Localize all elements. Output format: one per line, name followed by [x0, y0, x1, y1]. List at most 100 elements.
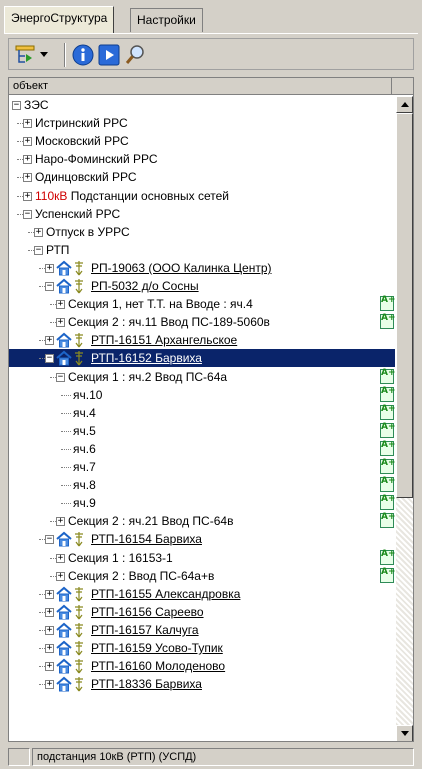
expand-toggle[interactable]: + — [23, 119, 32, 128]
tree-row-label[interactable]: РП-19063 (ООО Калинка Центр) — [91, 261, 272, 275]
meter-add-icon[interactable]: А+ — [380, 477, 395, 492]
collapse-toggle[interactable]: − — [45, 535, 54, 544]
tree-row[interactable]: + Секция 1 : 16153-1 А+ — [9, 549, 395, 567]
expand-toggle[interactable]: + — [56, 300, 65, 309]
tree-row[interactable]: − РП-5032 д/о Сосны — [9, 277, 395, 295]
tree-row[interactable]: яч.10 А+ — [9, 386, 395, 404]
expand-toggle[interactable]: + — [56, 554, 65, 563]
tree-row[interactable]: + Секция 2 : яч.11 Ввод ПС-189-5060в А+ — [9, 313, 395, 331]
expand-toggle[interactable]: + — [45, 608, 54, 617]
tree-row[interactable]: + РП-19063 (ООО Калинка Центр) — [9, 259, 395, 277]
tab-settings[interactable]: Настройки — [130, 8, 203, 32]
tree-row[interactable]: − РТП-16152 Барвиха — [9, 349, 395, 367]
meter-add-icon[interactable]: А+ — [380, 441, 395, 456]
meter-add-icon[interactable]: А+ — [380, 495, 395, 510]
tree-row[interactable]: + РТП-16151 Архангельское — [9, 331, 395, 349]
info-button[interactable] — [72, 44, 94, 66]
search-button[interactable] — [124, 44, 146, 66]
column-header[interactable]: объект — [9, 78, 413, 95]
toolbar — [8, 38, 414, 70]
expand-toggle[interactable]: + — [45, 336, 54, 345]
tree-row-label[interactable]: РП-5032 д/о Сосны — [91, 279, 199, 293]
tree-row[interactable]: + Наро-Фоминский РРС — [9, 150, 395, 168]
collapse-toggle[interactable]: − — [12, 101, 21, 110]
collapse-toggle[interactable]: − — [45, 354, 54, 363]
tree-row[interactable]: +110кВ Подстанции основных сетей — [9, 187, 395, 205]
filter-dropdown-button[interactable] — [38, 44, 50, 66]
meter-add-icon[interactable]: А+ — [380, 369, 395, 384]
expand-toggle[interactable]: + — [45, 590, 54, 599]
tree-row[interactable]: + РТП-16156 Сареево — [9, 603, 395, 621]
tree-row-label: яч.9 — [73, 496, 96, 510]
tree-row[interactable]: + Секция 1, нет Т.Т. на Вводе : яч.4 А+ — [9, 295, 395, 313]
tree-row[interactable]: − РТП — [9, 241, 395, 259]
tree-row[interactable]: яч.9 А+ — [9, 494, 395, 512]
tree-row[interactable]: − РТП-16154 Барвиха — [9, 530, 395, 548]
tab-energy-structure[interactable]: ЭнергоСтруктура — [4, 6, 115, 33]
tree-row[interactable]: + РТП-16159 Усово-Тупик — [9, 639, 395, 657]
tree-row[interactable]: яч.4 А+ — [9, 404, 395, 422]
filter-tree-button[interactable] — [14, 44, 36, 66]
expand-toggle[interactable]: + — [23, 173, 32, 182]
meter-add-icon[interactable]: А+ — [380, 314, 395, 329]
tree-row[interactable]: + РТП-16155 Александровка — [9, 585, 395, 603]
meter-add-icon[interactable]: А+ — [380, 405, 395, 420]
meter-add-icon[interactable]: А+ — [380, 568, 395, 583]
scroll-down-button[interactable] — [396, 725, 413, 741]
meter-add-icon[interactable]: А+ — [380, 513, 395, 528]
tree-row[interactable]: + Секция 2 : Ввод ПС-64а+в А+ — [9, 567, 395, 585]
expand-toggle[interactable]: + — [56, 572, 65, 581]
tree-row-label[interactable]: РТП-16156 Сареево — [91, 605, 204, 619]
expand-toggle[interactable]: + — [45, 680, 54, 689]
tree-row-label[interactable]: РТП-16152 Барвиха — [91, 351, 202, 365]
meter-add-icon[interactable]: А+ — [380, 387, 395, 402]
collapse-toggle[interactable]: − — [56, 373, 65, 382]
tree-row[interactable]: − ЗЭС — [9, 96, 395, 114]
expand-toggle[interactable]: + — [23, 137, 32, 146]
tree-row[interactable]: яч.6 А+ — [9, 440, 395, 458]
meter-add-icon[interactable]: А+ — [380, 459, 395, 474]
collapse-toggle[interactable]: − — [45, 282, 54, 291]
meter-add-icon[interactable]: А+ — [380, 423, 395, 438]
expand-toggle[interactable]: + — [34, 228, 43, 237]
tree-row[interactable]: яч.5 А+ — [9, 422, 395, 440]
tree-row[interactable]: + Секция 2 : яч.21 Ввод ПС-64в А+ — [9, 512, 395, 530]
tree-row[interactable]: + Отпуск в УРРС — [9, 223, 395, 241]
tree-row[interactable]: + РТП-16157 Калчуга — [9, 621, 395, 639]
expand-toggle[interactable]: + — [23, 155, 32, 164]
tree-row[interactable]: + Московский РРС — [9, 132, 395, 150]
tree-row[interactable]: яч.8 А+ — [9, 476, 395, 494]
tree-row[interactable]: − Успенский РРС — [9, 205, 395, 223]
expand-toggle[interactable]: + — [45, 264, 54, 273]
tree-row[interactable]: − Секция 1 : яч.2 Ввод ПС-64а А+ — [9, 368, 395, 386]
tree-row-label[interactable]: РТП-16151 Архангельское — [91, 333, 237, 347]
scroll-thumb[interactable] — [396, 113, 413, 498]
vertical-scrollbar[interactable] — [396, 96, 413, 741]
tree-row[interactable]: яч.7 А+ — [9, 458, 395, 476]
tree-row-label[interactable]: РТП-16155 Александровка — [91, 587, 240, 601]
expand-toggle[interactable]: + — [23, 192, 32, 201]
expand-toggle[interactable]: + — [56, 517, 65, 526]
tree-row-label[interactable]: РТП-16157 Калчуга — [91, 623, 199, 637]
expand-toggle[interactable]: + — [45, 626, 54, 635]
tree-row-label[interactable]: РТП-16154 Барвиха — [91, 532, 202, 546]
tree-row[interactable]: + РТП-16160 Молоденово — [9, 657, 395, 675]
power-pole-icon — [73, 332, 85, 348]
collapse-toggle[interactable]: − — [23, 210, 32, 219]
tree-row[interactable]: + РТП-18336 Барвиха — [9, 675, 395, 693]
expand-toggle[interactable]: + — [56, 318, 65, 327]
collapse-toggle[interactable]: − — [34, 246, 43, 255]
play-button[interactable] — [98, 44, 120, 66]
tab-bar: ЭнергоСтруктура Настройки — [4, 6, 418, 34]
tree-row[interactable]: + Одинцовский РРС — [9, 168, 395, 186]
expand-toggle[interactable]: + — [45, 644, 54, 653]
expand-toggle[interactable]: + — [45, 662, 54, 671]
arrow-down-icon — [400, 731, 409, 736]
tree-row-label[interactable]: РТП-16160 Молоденово — [91, 659, 225, 673]
tree-row-label[interactable]: РТП-18336 Барвиха — [91, 677, 202, 691]
tree-row[interactable]: + Истринский РРС — [9, 114, 395, 132]
meter-add-icon[interactable]: А+ — [380, 550, 395, 565]
scroll-up-button[interactable] — [396, 96, 413, 113]
meter-add-icon[interactable]: А+ — [380, 296, 395, 311]
tree-row-label[interactable]: РТП-16159 Усово-Тупик — [91, 641, 223, 655]
